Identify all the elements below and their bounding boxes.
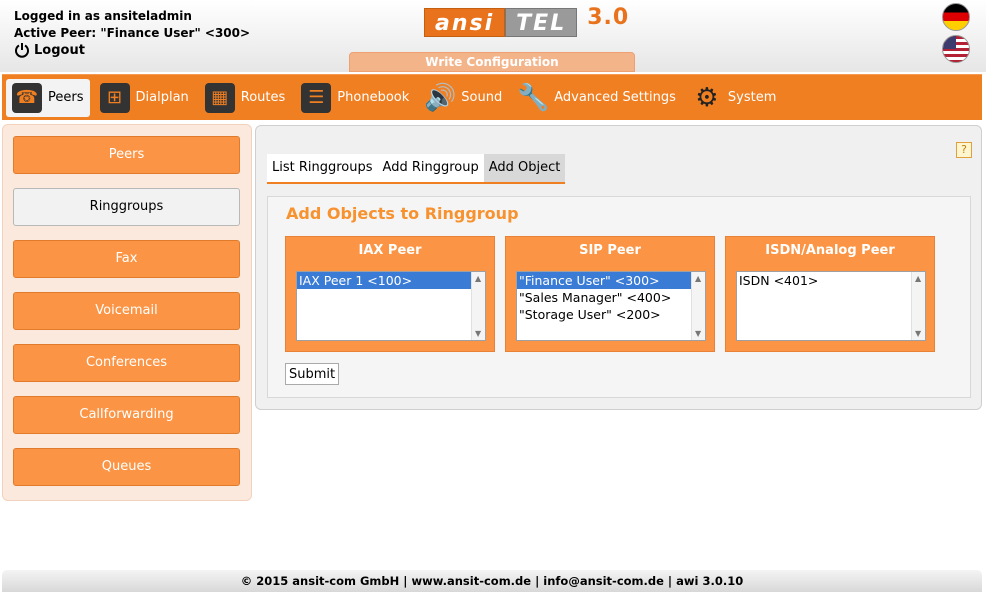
app-root: Logged in as ansiteladmin Active Peer: "… [0, 0, 986, 595]
nav-sound[interactable]: 🔊 Sound [419, 79, 508, 117]
nav-advanced-settings[interactable]: 🔧 Advanced Settings [512, 79, 682, 117]
logout-link[interactable]: Logout [14, 42, 85, 58]
wrench-icon: 🔧 [517, 82, 550, 113]
page-title: Add Objects to Ringgroup [286, 204, 519, 223]
ansitel-logo: ansi TEL 3.0 [424, 5, 630, 37]
help-icon[interactable]: ? [956, 142, 972, 158]
list-item[interactable]: "Sales Manager" <400> [517, 289, 705, 306]
main-panel: ? List Ringgroups Add Ringgroup Add Obje… [255, 125, 982, 410]
sidebar-item-peers[interactable]: Peers [13, 136, 240, 174]
active-peer-text: Active Peer: "Finance User" <300> [14, 26, 251, 40]
tab-add-ringgroup[interactable]: Add Ringgroup [377, 154, 484, 182]
list-item[interactable]: IAX Peer 1 <100> [297, 272, 485, 289]
scroll-down-icon[interactable]: ▼ [475, 329, 481, 338]
logo-tel: TEL [505, 8, 578, 37]
nav-dialplan[interactable]: ⊞ Dialplan [94, 79, 195, 117]
german-flag-icon[interactable] [942, 3, 970, 31]
nav-label: Routes [240, 90, 286, 105]
list-item[interactable]: "Finance User" <300> [517, 272, 705, 289]
sip-peer-select[interactable]: "Finance User" <300> "Sales Manager" <40… [516, 271, 706, 341]
tab-add-object[interactable]: Add Object [483, 154, 566, 182]
write-configuration-button[interactable]: Write Configuration [349, 52, 635, 72]
isdn-analog-peer-title: ISDN/Analog Peer [765, 243, 895, 258]
power-icon [15, 43, 29, 58]
footer: © 2015 ansit-com GmbH | www.ansit-com.de… [2, 570, 982, 592]
nav-label: System [727, 90, 777, 105]
telephone-icon: ☎ [12, 82, 42, 113]
nav-label: Sound [461, 90, 503, 105]
add-object-form: Add Objects to Ringgroup IAX Peer IAX Pe… [267, 196, 971, 398]
us-flag-icon[interactable] [942, 35, 970, 63]
list-item[interactable]: ISDN <401> [737, 272, 925, 289]
nav-peers[interactable]: ☎ Peers [6, 78, 90, 117]
submit-button[interactable]: Submit [285, 363, 340, 385]
dialplan-icon: ⊞ [99, 82, 130, 113]
scroll-up-icon[interactable]: ▲ [475, 274, 481, 283]
iax-peer-select[interactable]: IAX Peer 1 <100> ▲ ▼ [296, 271, 486, 341]
sidebar-item-queues[interactable]: Queues [13, 448, 240, 486]
logo-version: 3.0 [587, 5, 630, 30]
logo-ansi: ansi [424, 8, 506, 37]
scroll-up-icon[interactable]: ▲ [695, 274, 701, 283]
login-info: Logged in as ansiteladmin Active Peer: "… [14, 8, 250, 42]
header: Logged in as ansiteladmin Active Peer: "… [0, 0, 986, 72]
scroll-down-icon[interactable]: ▼ [915, 329, 921, 338]
routes-icon: ▦ [204, 82, 235, 113]
sidebar-item-callforwarding[interactable]: Callforwarding [13, 396, 240, 434]
sidebar-item-conferences[interactable]: Conferences [13, 344, 240, 382]
isdn-analog-peer-box: ISDN/Analog Peer ISDN <401> ▲ ▼ [725, 236, 935, 352]
iax-peer-title: IAX Peer [358, 243, 422, 258]
sip-peer-box: SIP Peer "Finance User" <300> "Sales Man… [505, 236, 715, 352]
nav-routes[interactable]: ▦ Routes [199, 79, 292, 117]
scrollbar[interactable]: ▲ ▼ [911, 272, 925, 340]
isdn-analog-peer-select[interactable]: ISDN <401> ▲ ▼ [736, 271, 926, 341]
scrollbar[interactable]: ▲ ▼ [471, 272, 485, 340]
nav-label: Advanced Settings [554, 90, 676, 105]
scroll-down-icon[interactable]: ▼ [695, 329, 701, 338]
tab-list-ringgroups[interactable]: List Ringgroups [267, 154, 378, 182]
phonebook-icon: ☰ [301, 82, 332, 113]
sidebar-item-ringgroups[interactable]: Ringgroups [13, 188, 240, 226]
nav-phonebook[interactable]: ☰ Phonebook [295, 79, 415, 117]
sidebar: Peers Ringgroups Fax Voicemail Conferenc… [2, 124, 252, 501]
iax-peer-box: IAX Peer IAX Peer 1 <100> ▲ ▼ [285, 236, 495, 352]
logout-label: Logout [34, 42, 85, 58]
nav-label: Phonebook [337, 90, 410, 105]
main-nav: ☎ Peers ⊞ Dialplan ▦ Routes ☰ Phonebook … [2, 74, 982, 120]
scrollbar[interactable]: ▲ ▼ [691, 272, 705, 340]
speaker-icon: 🔊 [424, 82, 457, 113]
nav-system[interactable]: ⚙ System [686, 79, 782, 117]
nav-label: Dialplan [135, 90, 189, 105]
scroll-up-icon[interactable]: ▲ [915, 274, 921, 283]
logged-in-text: Logged in as ansiteladmin [14, 9, 192, 23]
sidebar-item-fax[interactable]: Fax [13, 240, 240, 278]
tab-bar: List Ringgroups Add Ringgroup Add Object [267, 154, 566, 184]
gear-icon: ⚙ [695, 82, 719, 113]
sip-peer-title: SIP Peer [579, 243, 641, 258]
nav-label: Peers [48, 90, 84, 105]
list-item[interactable]: "Storage User" <200> [517, 306, 705, 323]
sidebar-item-voicemail[interactable]: Voicemail [13, 292, 240, 330]
